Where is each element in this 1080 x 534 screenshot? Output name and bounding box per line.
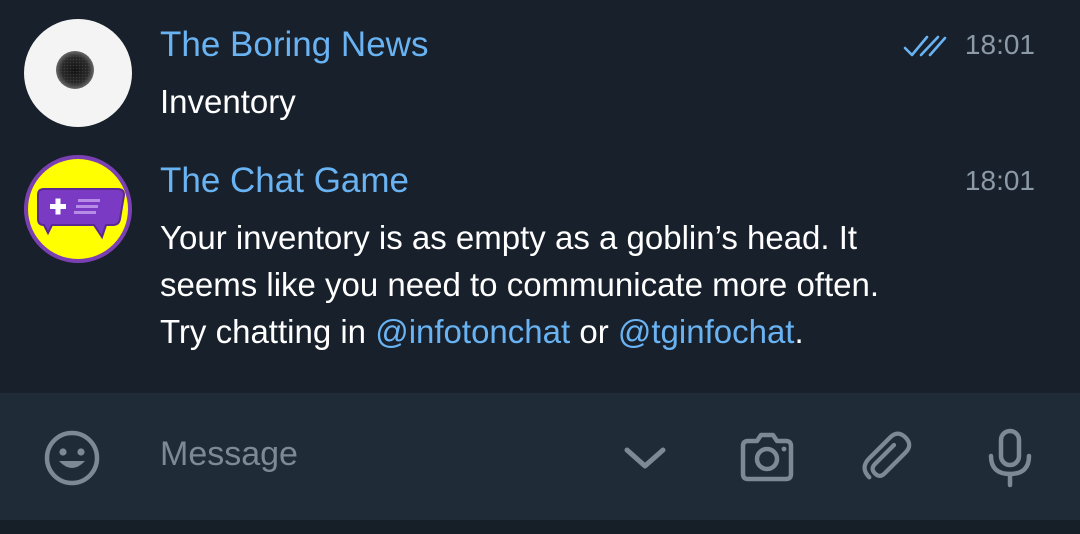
message-text[interactable]: Your inventory is as empty as a goblin’s… [160, 214, 1020, 355]
mention-link-tginfochat[interactable]: @tginfochat [618, 313, 795, 350]
double-check-icon [903, 35, 947, 57]
message-connector: or [570, 313, 618, 350]
avatar[interactable] [24, 19, 132, 127]
chevron-down-icon[interactable] [615, 428, 675, 488]
message-line: seems like you need to communicate more … [160, 266, 880, 303]
message-punctuation: . [794, 313, 804, 350]
mention-link-infotonchat[interactable]: @infotonchat [375, 313, 570, 350]
bottom-strip [0, 520, 1080, 534]
microphone-icon[interactable] [980, 428, 1040, 488]
message-chat-game[interactable]: The Chat Game 18:01 Your inventory is as… [0, 140, 1080, 390]
message-time: 18:01 [964, 29, 1035, 60]
message-line: Try chatting in [160, 313, 376, 350]
sender-name[interactable]: The Chat Game [160, 161, 409, 201]
paperclip-icon[interactable] [858, 428, 918, 488]
message-boring-news[interactable]: The Boring News 18:01 Inventory [0, 0, 1080, 140]
game-chat-logo-icon [24, 155, 132, 263]
avatar[interactable] [24, 155, 132, 263]
speaker-grille-icon [56, 51, 94, 89]
emoji-icon[interactable] [42, 428, 102, 488]
message-line: Your inventory is as empty as a goblin’s… [160, 219, 858, 256]
message-time: 18:01 [964, 165, 1035, 196]
message-input[interactable]: Message [160, 434, 298, 474]
sender-name[interactable]: The Boring News [160, 25, 428, 65]
message-text[interactable]: Inventory [160, 78, 1020, 125]
chat-screen: The Boring News 18:01 Inventory The Chat… [0, 0, 1080, 534]
camera-icon[interactable] [737, 428, 797, 488]
